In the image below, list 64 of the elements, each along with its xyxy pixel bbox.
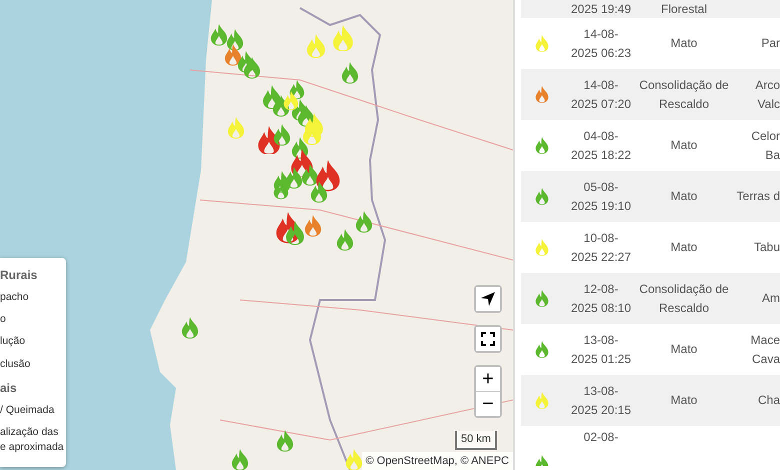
fire-marker[interactable] (286, 221, 304, 245)
location-cell: Am (762, 291, 780, 306)
fire-marker[interactable] (303, 121, 321, 145)
type-cell: Mato (670, 393, 698, 408)
type-cell: Consolidação de Rescaldo (639, 282, 729, 314)
location-cell: Celor Ba (751, 128, 780, 162)
fire-marker[interactable] (232, 449, 248, 470)
date-cell: 13-08- 2025 01:25 (570, 332, 632, 366)
type-cell: Consolidação de Rescaldo (639, 78, 729, 110)
legend-label: alização das e aproximada (0, 425, 65, 456)
legend-label: pacho (0, 290, 30, 305)
type-cell: Mato (670, 240, 698, 254)
date-cell: 02-08- (584, 430, 618, 444)
fire-marker[interactable] (302, 164, 318, 186)
fire-marker[interactable] (224, 44, 242, 66)
fire-marker[interactable] (226, 29, 244, 51)
date-cell: 10-08- 2025 22:27 (570, 230, 632, 264)
navigation-arrow-icon (480, 291, 496, 307)
fire-marker[interactable] (244, 57, 260, 79)
date-cell: 14-08- 2025 07:20 (570, 78, 632, 110)
date-cell: 05-08- 2025 19:10 (570, 180, 632, 212)
legend-heading: ais (0, 380, 18, 397)
type-cell: Mato (670, 36, 698, 50)
date-cell: 14-08- 2025 06:23 (570, 26, 632, 60)
attribution-text: © OpenStreetMap, © ANEPC (362, 452, 513, 470)
fullscreen-icon (481, 332, 495, 346)
location-cell: Par (761, 36, 780, 50)
fire-marker[interactable] (346, 449, 362, 470)
fire-marker[interactable] (290, 80, 304, 100)
scale-bar: 50 km (455, 431, 497, 450)
date-cell: 04-08- 2025 18:22 (570, 128, 632, 162)
legend-heading: Rurais (0, 267, 38, 284)
legend-label: / Queimada (0, 402, 56, 418)
location-cell: Cha (758, 393, 780, 408)
fire-marker[interactable] (356, 211, 372, 233)
fire-marker[interactable] (336, 229, 354, 251)
fire-marker[interactable] (274, 180, 288, 200)
location-cell: Mace Cava (750, 332, 780, 366)
date-cell: 12-08- 2025 08:10 (570, 282, 632, 314)
legend-label: lução (0, 334, 26, 350)
type-cell: Mato (670, 342, 698, 356)
location-cell: Arco Valc (755, 78, 780, 110)
fire-marker[interactable] (182, 317, 198, 339)
location-cell: Terras d (736, 189, 780, 204)
fire-marker[interactable] (286, 167, 302, 189)
legend-label: clusão (0, 356, 32, 372)
fire-marker[interactable] (274, 124, 290, 146)
type-cell: Florestal (660, 2, 707, 16)
fire-marker[interactable] (342, 62, 358, 84)
date-cell: 2025 19:49 (570, 2, 632, 16)
location-cell: Tabu (754, 240, 780, 254)
type-cell: Mato (670, 189, 698, 204)
fire-marker[interactable] (310, 181, 328, 203)
fire-marker[interactable] (210, 24, 228, 46)
legend-label: o (0, 312, 7, 328)
fire-marker[interactable] (307, 34, 325, 58)
fullscreen-button[interactable] (476, 327, 500, 351)
fire-marker[interactable] (333, 24, 353, 52)
fire-marker[interactable] (228, 117, 244, 139)
date-cell: 13-08- 2025 20:15 (570, 384, 632, 416)
locate-button[interactable] (476, 287, 500, 311)
fire-marker[interactable] (276, 430, 294, 452)
fire-marker[interactable] (304, 215, 322, 237)
type-cell: Mato (670, 138, 698, 152)
